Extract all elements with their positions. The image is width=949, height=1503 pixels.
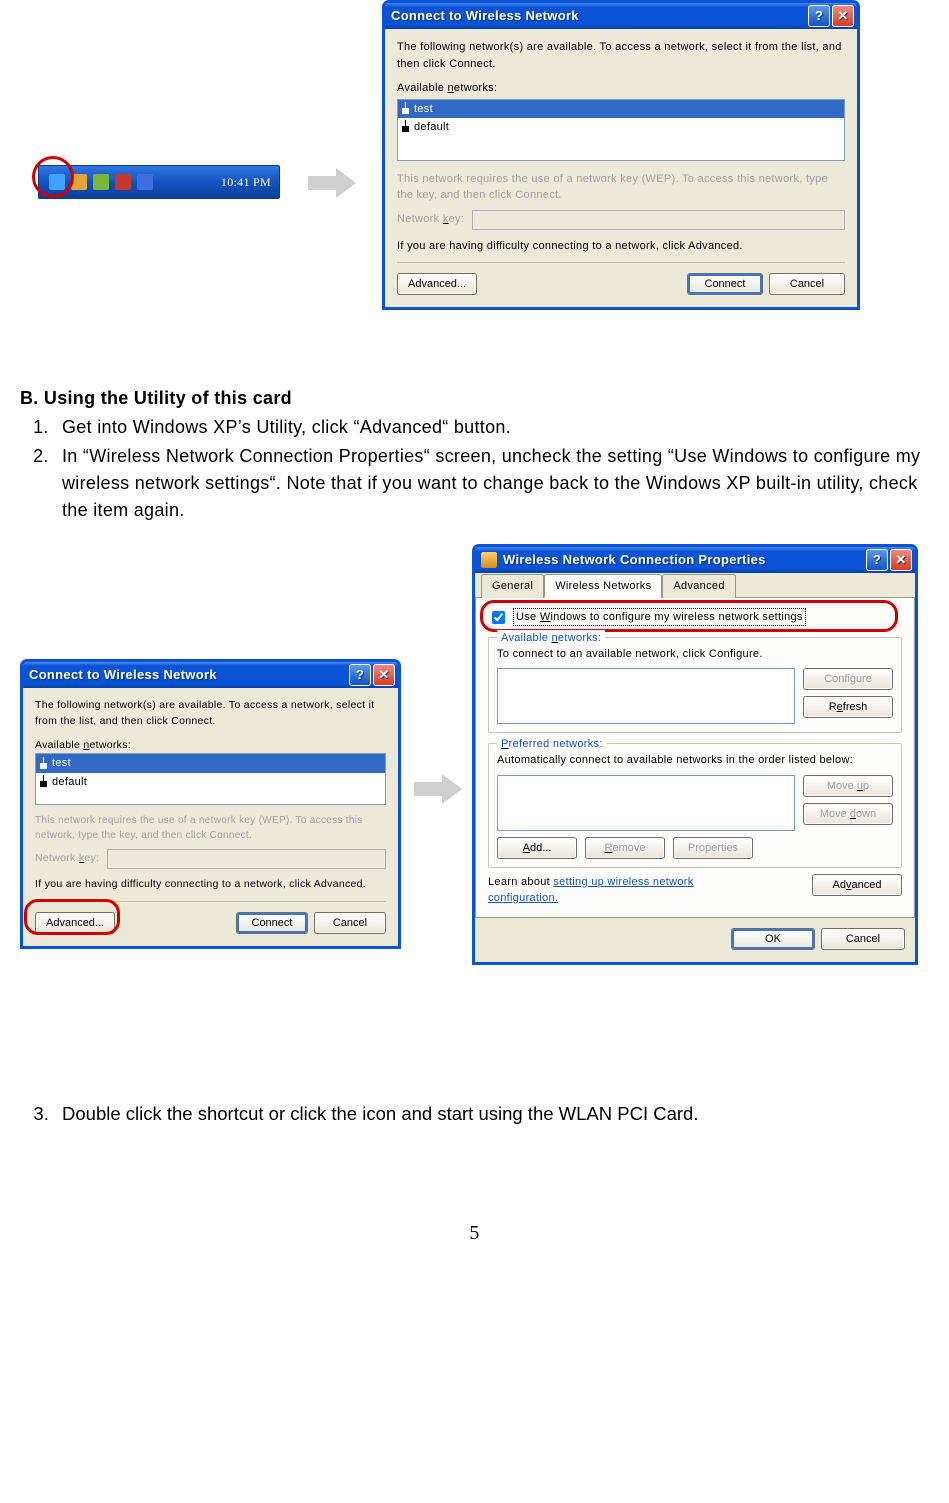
cancel-button[interactable]: Cancel: [769, 273, 845, 295]
wep-note: This network requires the use of a netwo…: [35, 813, 386, 843]
figure-row-1: 10:41 PM Connect to Wireless Network ? ✕…: [20, 0, 929, 345]
tab-general[interactable]: General: [481, 574, 544, 598]
properties-button: Properties: [673, 837, 753, 859]
page-number: 5: [20, 1218, 929, 1248]
connect-button[interactable]: Connect: [236, 912, 308, 934]
difficulty-text: If you are having difficulty connecting …: [35, 877, 386, 893]
tab-advanced[interactable]: Advanced: [662, 574, 735, 598]
learn-text: Learn about setting up wireless network …: [488, 874, 758, 907]
highlight-circle-tray: [32, 156, 74, 198]
available-list[interactable]: [497, 668, 795, 724]
remove-button: Remove: [585, 837, 665, 859]
cancel-button[interactable]: Cancel: [821, 928, 905, 950]
arrow-icon: [414, 774, 464, 804]
add-button[interactable]: Add...: [497, 837, 577, 859]
available-networks-list[interactable]: test default: [397, 99, 845, 161]
advanced-button[interactable]: Advanced...: [397, 273, 477, 295]
highlight-circle-usewindows: [480, 600, 898, 632]
antenna-icon: [40, 777, 47, 787]
preferred-hint: Automatically connect to available netwo…: [497, 752, 893, 769]
list-item[interactable]: default: [36, 773, 385, 792]
groupbox-preferred: Preferred networks: Automatically connec…: [488, 743, 902, 868]
network-key-input: [472, 210, 845, 230]
list-item[interactable]: test: [36, 754, 385, 773]
tray-clock: 10:41 PM: [221, 173, 271, 191]
close-button[interactable]: ✕: [890, 549, 912, 571]
instruction-list-continued: Double click the shortcut or click the i…: [20, 1100, 929, 1128]
shield-tray-icon[interactable]: [93, 174, 109, 190]
help-button[interactable]: ?: [866, 549, 888, 571]
available-label: Available networks:: [397, 80, 845, 97]
network-key-label: Network key:: [35, 851, 99, 867]
moveup-button: Move up: [803, 775, 893, 797]
available-label: Available networks:: [35, 738, 386, 754]
antenna-icon: [402, 104, 409, 114]
dialog-title: Connect to Wireless Network: [29, 665, 347, 685]
help-button[interactable]: ?: [808, 5, 830, 27]
list-item[interactable]: test: [398, 100, 844, 119]
antenna-icon: [40, 759, 47, 769]
available-hint: To connect to an available network, clic…: [497, 646, 893, 663]
dialog-title: Wireless Network Connection Properties: [503, 550, 864, 570]
step-1: Get into Windows XP’s Utility, click “Ad…: [54, 414, 929, 441]
close-button[interactable]: ✕: [832, 5, 854, 27]
group-label: Preferred networks:: [497, 736, 607, 753]
section-heading: B. Using the Utility of this card: [20, 385, 929, 412]
figure-row-2: Connect to Wireless Network ? ✕ The foll…: [20, 544, 929, 1084]
advanced-button[interactable]: Advanced: [812, 874, 902, 896]
preferred-list[interactable]: [497, 775, 795, 831]
refresh-button[interactable]: Refresh: [803, 696, 893, 718]
groupbox-available: Available networks: To connect to an ava…: [488, 637, 902, 734]
list-item[interactable]: default: [398, 118, 844, 137]
window-icon: [481, 552, 497, 568]
dialog-title: Connect to Wireless Network: [391, 6, 806, 26]
difficulty-text: If you are having difficulty connecting …: [397, 238, 845, 255]
connect-button[interactable]: Connect: [687, 273, 763, 295]
ok-button[interactable]: OK: [731, 928, 815, 950]
arrow-icon: [308, 168, 358, 198]
movedown-button: Move down: [803, 803, 893, 825]
network-key-label: Network key:: [397, 211, 464, 228]
tab-strip: General Wireless Networks Advanced: [475, 573, 915, 597]
network-tray-icon[interactable]: [115, 174, 131, 190]
intro-text: The following network(s) are available. …: [397, 39, 845, 72]
network-key-input: [107, 849, 386, 869]
step-3: Double click the shortcut or click the i…: [54, 1100, 929, 1128]
cancel-button[interactable]: Cancel: [314, 912, 386, 934]
tab-wireless-networks[interactable]: Wireless Networks: [544, 574, 662, 598]
configure-button: Configure: [803, 668, 893, 690]
wep-note: This network requires the use of a netwo…: [397, 171, 845, 204]
step-2: In “Wireless Network Connection Properti…: [54, 443, 929, 524]
wireless-properties-dialog: Wireless Network Connection Properties ?…: [472, 544, 918, 965]
help-button[interactable]: ?: [349, 664, 371, 686]
available-networks-list[interactable]: test default: [35, 753, 386, 805]
connect-wireless-dialog: Connect to Wireless Network ? ✕ The foll…: [382, 0, 860, 310]
instruction-list: Get into Windows XP’s Utility, click “Ad…: [20, 414, 929, 524]
taskbar-tray: 10:41 PM: [38, 165, 280, 199]
highlight-circle-advanced: [24, 899, 120, 935]
group-label: Available networks:: [497, 630, 605, 647]
close-button[interactable]: ✕: [373, 664, 395, 686]
intro-text: The following network(s) are available. …: [35, 698, 386, 730]
antenna-icon: [402, 122, 409, 132]
volume-tray-icon[interactable]: [137, 174, 153, 190]
